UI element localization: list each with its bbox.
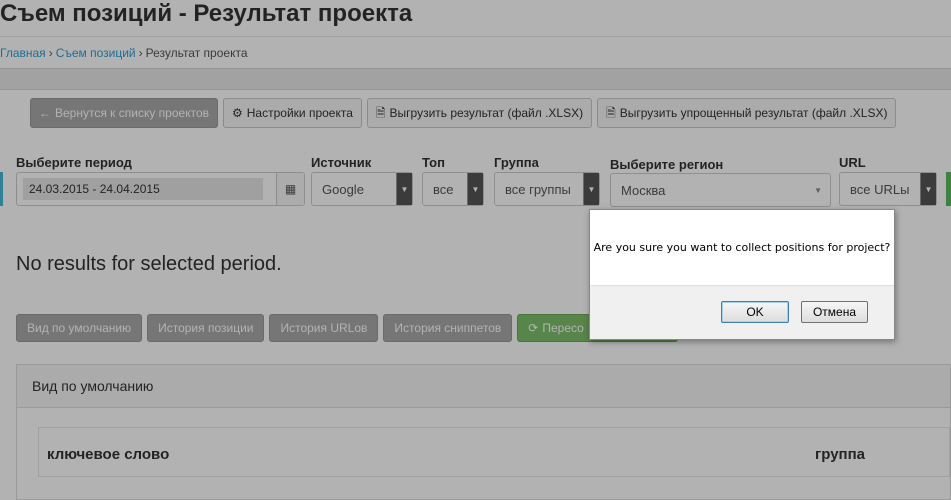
dialog-ok-button[interactable]: OK bbox=[721, 301, 789, 323]
dialog-cancel-button[interactable]: Отмена bbox=[801, 301, 868, 323]
confirm-dialog-message: Are you sure you want to collect positio… bbox=[590, 210, 894, 286]
confirm-dialog: Are you sure you want to collect positio… bbox=[589, 209, 895, 340]
